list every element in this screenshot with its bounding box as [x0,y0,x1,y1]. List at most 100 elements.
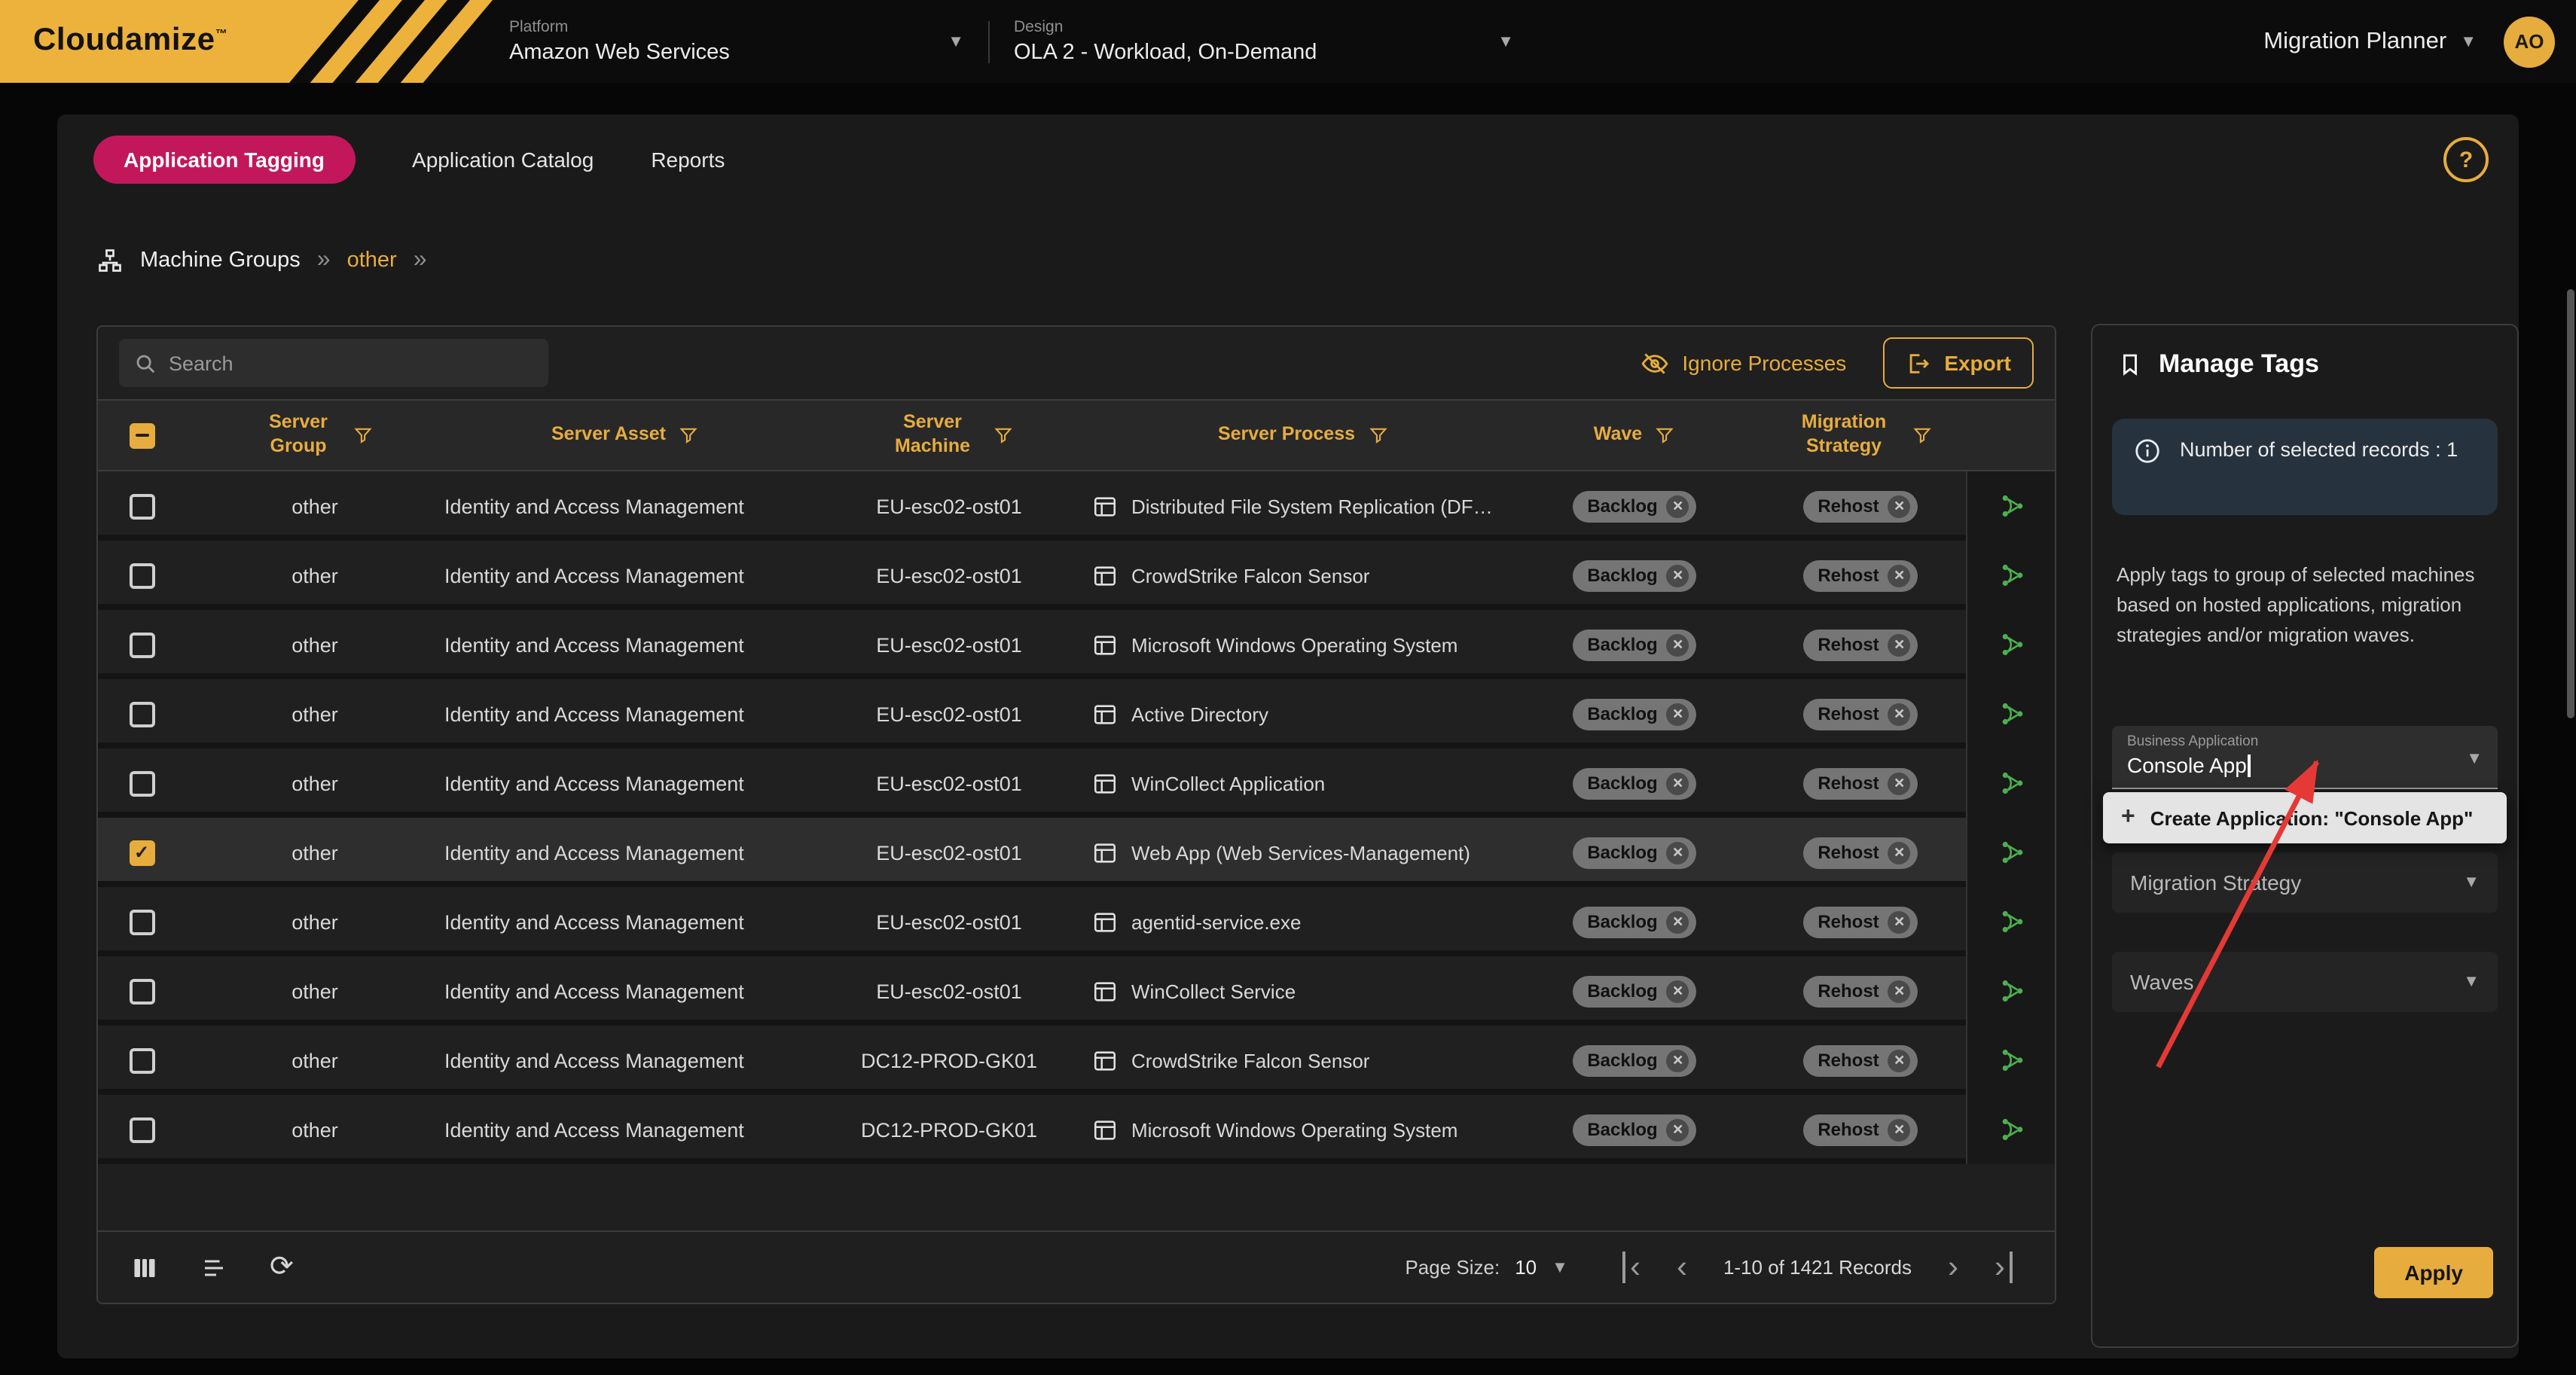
row-checkbox[interactable] [129,632,154,657]
last-page-button[interactable]: › [1995,1252,2013,1283]
row-checkbox[interactable] [129,770,154,796]
table-row[interactable]: other Identity and Access Management EU-… [98,818,2055,887]
refresh-icon[interactable]: ⟳ [270,1250,294,1285]
chip-remove-icon[interactable]: ✕ [1888,495,1911,517]
cell-server-machine: EU-esc02-ost01 [806,564,1092,587]
dependencies-icon[interactable] [1999,562,2026,589]
chip-remove-icon[interactable]: ✕ [1888,841,1911,864]
search-box[interactable] [119,339,548,387]
dependencies-icon[interactable] [1999,1047,2026,1074]
filter-icon[interactable] [1912,425,1933,446]
row-checkbox[interactable] [129,701,154,727]
table-row[interactable]: other Identity and Access Management EU-… [98,610,2055,679]
page-scrollbar[interactable] [2567,289,2574,718]
breadcrumb-current[interactable]: other [347,248,397,273]
column-header-server-group[interactable]: Server Group [185,412,444,459]
dependencies-icon[interactable] [1999,1116,2026,1143]
row-checkbox[interactable] [129,1047,154,1073]
chevron-down-icon: ▼ [1552,1258,1568,1276]
row-checkbox[interactable] [129,493,154,519]
apply-button[interactable]: Apply [2374,1247,2493,1298]
chip-remove-icon[interactable]: ✕ [1667,703,1689,725]
filter-icon[interactable] [1654,425,1675,446]
chip-remove-icon[interactable]: ✕ [1888,564,1911,587]
column-header-server-asset[interactable]: Server Asset [444,423,806,447]
chip-remove-icon[interactable]: ✕ [1667,1118,1689,1141]
row-checkbox[interactable] [129,909,154,934]
chip-remove-icon[interactable]: ✕ [1667,910,1689,933]
dependencies-icon[interactable] [1999,977,2026,1005]
dependencies-icon[interactable] [1999,492,2026,520]
dependencies-icon[interactable] [1999,839,2026,866]
waves-select[interactable]: Waves ▼ [2112,952,2498,1012]
row-checkbox[interactable] [129,1117,154,1142]
dependencies-icon[interactable] [1999,908,2026,935]
chip-remove-icon[interactable]: ✕ [1888,910,1911,933]
next-page-button[interactable]: › [1948,1252,1958,1283]
table-row[interactable]: other Identity and Access Management EU-… [98,679,2055,748]
chip-remove-icon[interactable]: ✕ [1667,772,1689,794]
previous-page-button[interactable]: ‹ [1677,1252,1687,1283]
row-checkbox[interactable] [129,978,154,1004]
chevron-down-icon[interactable]: ▼ [2466,750,2483,768]
avatar[interactable]: AO [2504,16,2555,67]
search-input[interactable] [169,352,533,374]
row-density-icon[interactable] [200,1254,227,1281]
table-row[interactable]: other Identity and Access Management EU-… [98,748,2055,818]
chip-remove-icon[interactable]: ✕ [1888,703,1911,725]
select-all-checkbox[interactable] [129,422,154,448]
page-size-control[interactable]: Page Size: 10 ▼ [1405,1256,1567,1279]
help-button[interactable]: ? [2443,137,2489,182]
export-button[interactable]: Export [1882,337,2034,389]
business-application-input[interactable]: Business Application Console App ▼ [2112,726,2498,789]
table-row[interactable]: other Identity and Access Management EU-… [98,887,2055,956]
column-header-migration-strategy[interactable]: Migration Strategy [1755,412,1966,459]
tab-reports[interactable]: Reports [651,148,725,172]
dependencies-icon[interactable] [1999,700,2026,727]
row-checkbox[interactable] [129,840,154,865]
chip-remove-icon[interactable]: ✕ [1667,980,1689,1002]
column-header-server-process[interactable]: Server Process [1092,423,1514,447]
design-select[interactable]: Design OLA 2 - Workload, On-Demand ▼ [1014,18,1514,65]
chip-remove-icon[interactable]: ✕ [1667,841,1689,864]
chip-remove-icon[interactable]: ✕ [1667,1049,1689,1072]
cell-server-group: other [185,772,444,794]
filter-icon[interactable] [353,425,374,446]
breadcrumb-root[interactable]: Machine Groups [140,248,301,273]
cell-migration-strategy: Rehost ✕ [1755,1114,1966,1145]
dependencies-icon[interactable] [1999,631,2026,658]
chip-remove-icon[interactable]: ✕ [1888,980,1911,1002]
platform-select[interactable]: Platform Amazon Web Services ▼ [509,18,964,65]
cell-server-group: other [185,1118,444,1141]
cloudamize-logo[interactable]: Cloudamize™ [0,0,497,83]
ignore-processes-button[interactable]: Ignore Processes [1640,349,1846,377]
table-row[interactable]: other Identity and Access Management EU-… [98,956,2055,1026]
chevron-down-icon: ▼ [2463,973,2480,991]
table-row[interactable]: other Identity and Access Management EU-… [98,471,2055,541]
chip-remove-icon[interactable]: ✕ [1888,1049,1911,1072]
chip-remove-icon[interactable]: ✕ [1667,564,1689,587]
row-checkbox[interactable] [129,562,154,588]
migration-planner-menu[interactable]: Migration Planner ▼ [2263,28,2477,55]
table-row[interactable]: other Identity and Access Management DC1… [98,1026,2055,1095]
dependencies-icon[interactable] [1999,770,2026,797]
cell-server-group: other [185,564,444,587]
tab-application-tagging[interactable]: Application Tagging [93,136,355,184]
column-header-wave[interactable]: Wave [1514,423,1755,447]
chip-remove-icon[interactable]: ✕ [1888,633,1911,656]
table-row[interactable]: other Identity and Access Management DC1… [98,1095,2055,1164]
filter-icon[interactable] [993,425,1014,446]
column-header-server-machine[interactable]: Server Machine [806,412,1092,459]
chip-remove-icon[interactable]: ✕ [1667,633,1689,656]
chip-remove-icon[interactable]: ✕ [1888,772,1911,794]
columns-view-icon[interactable] [131,1254,158,1281]
tab-application-catalog[interactable]: Application Catalog [412,148,594,172]
first-page-button[interactable]: ‹ [1622,1252,1641,1283]
create-application-option[interactable]: + Create Application: "Console App" [2103,792,2507,843]
migration-strategy-select[interactable]: Migration Strategy ▼ [2112,852,2498,913]
table-row[interactable]: other Identity and Access Management EU-… [98,541,2055,610]
chip-remove-icon[interactable]: ✕ [1667,495,1689,517]
chip-remove-icon[interactable]: ✕ [1888,1118,1911,1141]
filter-icon[interactable] [1367,425,1388,446]
filter-icon[interactable] [678,425,699,446]
